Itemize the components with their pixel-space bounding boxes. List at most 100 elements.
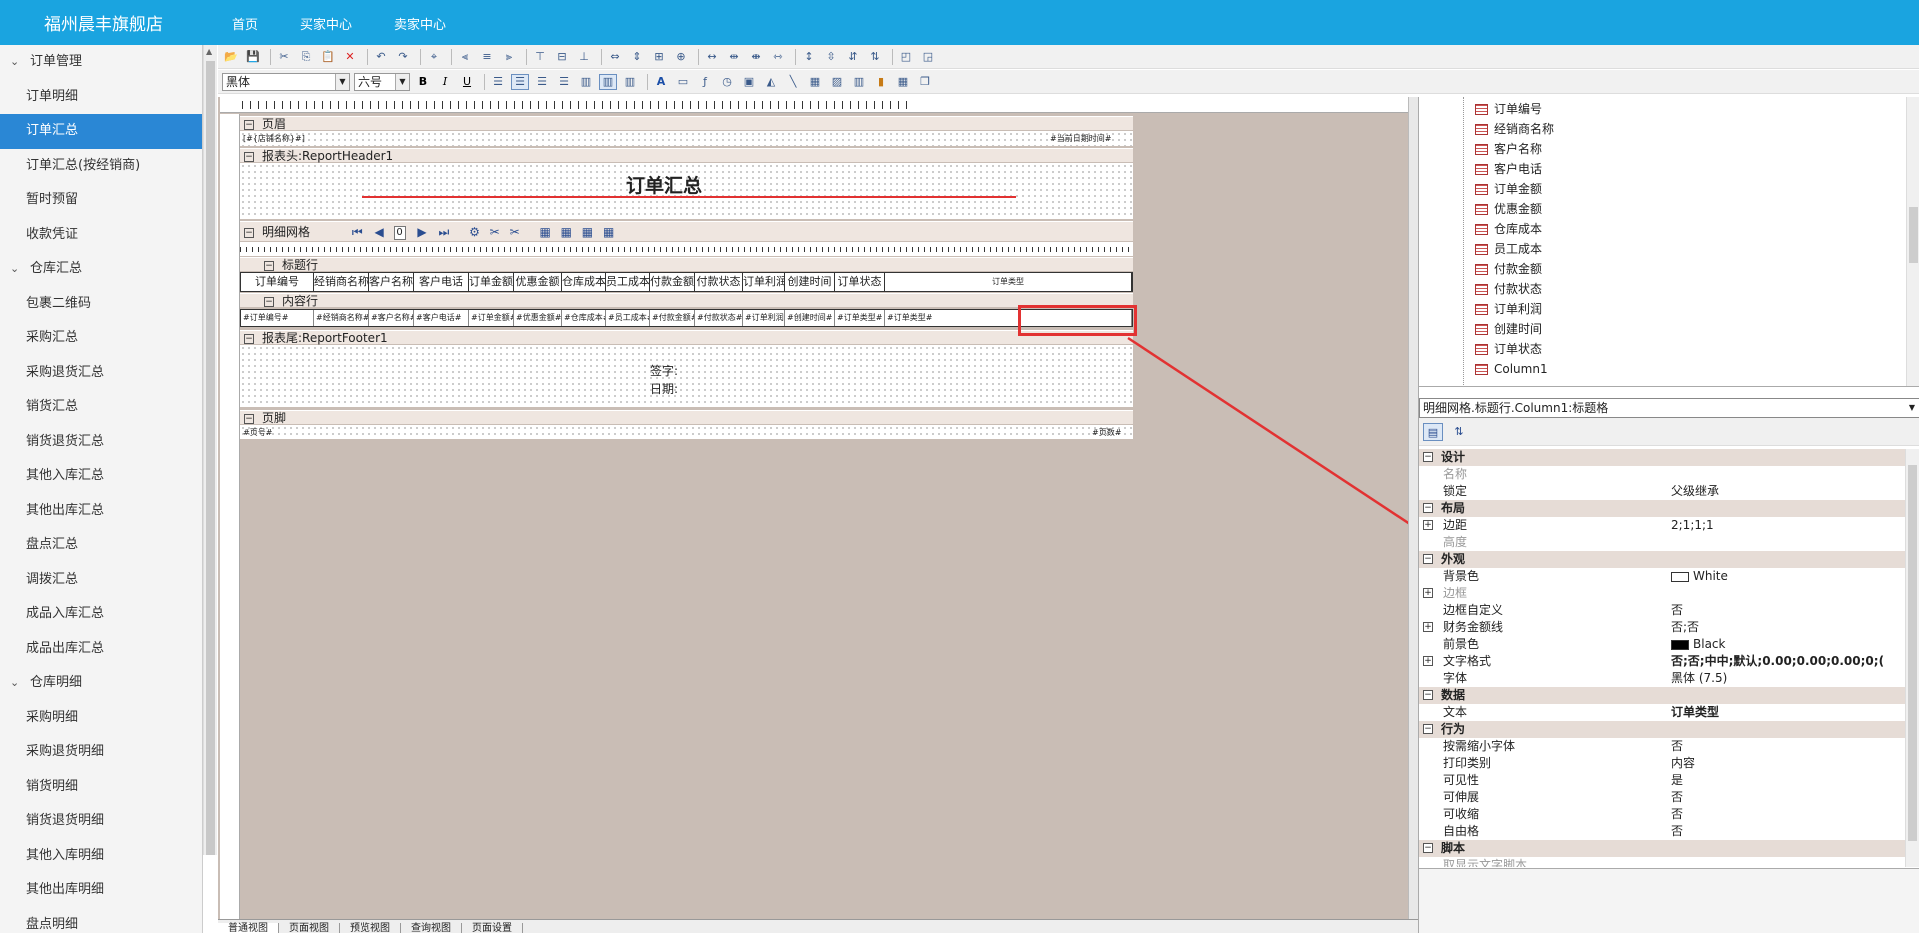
- scroll-up-icon[interactable]: ▲: [206, 47, 212, 56]
- next-page-icon[interactable]: ▶: [417, 225, 426, 239]
- sidebar-group[interactable]: ⌄ 订单管理: [0, 45, 202, 80]
- band-page-header-body[interactable]: [#{店铺名称}#] #当前日期时间#: [240, 131, 1133, 146]
- tree-item[interactable]: 付款金额: [1475, 259, 1542, 279]
- font-size-select[interactable]: 六号 ▼: [354, 72, 410, 91]
- vspace-remove-icon[interactable]: ⇅: [866, 49, 884, 65]
- insert-clock-icon[interactable]: ◷: [718, 74, 736, 90]
- sidebar-item[interactable]: 销货退货明细: [0, 804, 202, 839]
- insert-barcode-icon[interactable]: ▦: [806, 74, 824, 90]
- grid-layout-icon[interactable]: ▦: [561, 225, 572, 239]
- cut-icon[interactable]: ✂: [275, 49, 293, 65]
- sidebar-item[interactable]: 包裹二维码: [0, 287, 202, 322]
- undo-icon[interactable]: ↶: [372, 49, 390, 65]
- insert-table-icon[interactable]: ▦: [894, 74, 912, 90]
- tree-scrollbar[interactable]: [1906, 97, 1919, 386]
- insert-field-icon[interactable]: ▣: [740, 74, 758, 90]
- select-icon[interactable]: ⌖: [425, 49, 443, 65]
- property-value[interactable]: 否: [1671, 602, 1683, 619]
- property-value[interactable]: 否: [1671, 806, 1683, 823]
- current-date-field[interactable]: #当前日期时间#: [1050, 133, 1111, 144]
- open-folder-icon[interactable]: 📂: [222, 49, 240, 65]
- expand-icon[interactable]: +: [1423, 656, 1433, 666]
- property-value[interactable]: 是: [1671, 772, 1683, 789]
- expand-icon[interactable]: +: [1423, 622, 1433, 632]
- signature-label[interactable]: 签字:: [650, 362, 678, 379]
- property-row[interactable]: 可见性 是: [1419, 772, 1906, 789]
- sidebar-item[interactable]: 销货退货汇总: [0, 425, 202, 460]
- title-cell[interactable]: 付款金额: [650, 273, 695, 291]
- collapse-icon[interactable]: −: [264, 260, 274, 271]
- content-cell[interactable]: #订单利润#: [743, 310, 785, 326]
- sidebar-item[interactable]: 订单汇总: [0, 114, 202, 149]
- expand-icon[interactable]: +: [1423, 520, 1433, 530]
- align-center-icon[interactable]: ☰: [511, 73, 529, 90]
- property-category[interactable]: − 布局: [1419, 500, 1906, 517]
- design-canvas[interactable]: − 页眉 [#{店铺名称}#] #当前日期时间# − 报表头:ReportHeade…: [218, 97, 1408, 933]
- band-page-footer-body[interactable]: #页号# #页数#: [240, 425, 1133, 439]
- collapse-icon[interactable]: −: [1423, 452, 1433, 462]
- content-cell[interactable]: #优惠金额#: [514, 310, 562, 326]
- band-title-row[interactable]: − 标题行: [240, 257, 1133, 272]
- save-icon[interactable]: 💾: [244, 49, 262, 65]
- redo-icon[interactable]: ↷: [394, 49, 412, 65]
- tree-item[interactable]: 客户电话: [1475, 159, 1542, 179]
- scroll-thumb[interactable]: [206, 61, 215, 855]
- property-row[interactable]: + 文字格式 否;否;中中;默认;0.00;0.00;0.00;0;(: [1419, 653, 1906, 670]
- bring-front-icon[interactable]: ◰: [897, 49, 915, 65]
- send-back-icon[interactable]: ◲: [919, 49, 937, 65]
- property-value[interactable]: White: [1671, 568, 1728, 585]
- sidebar-scrollbar[interactable]: ▲: [203, 45, 217, 855]
- insert-image-icon[interactable]: ▨: [828, 74, 846, 90]
- collapse-icon[interactable]: −: [1423, 503, 1433, 513]
- sidebar-item[interactable]: 采购明细: [0, 701, 202, 736]
- hspace-inc-icon[interactable]: ⇹: [725, 49, 743, 65]
- tree-item[interactable]: 订单利润: [1475, 299, 1542, 319]
- property-category[interactable]: − 设计: [1419, 449, 1906, 466]
- title-cell[interactable]: 仓库成本: [562, 273, 606, 291]
- property-value[interactable]: 否: [1671, 823, 1683, 840]
- content-cell[interactable]: #订单编号#: [241, 310, 314, 326]
- sidebar-item[interactable]: 其他出库汇总: [0, 494, 202, 529]
- same-width-icon[interactable]: ⇔: [606, 49, 624, 65]
- sidebar-group[interactable]: ⌄ 仓库明细: [0, 666, 202, 701]
- collapse-icon[interactable]: −: [1423, 554, 1433, 564]
- property-row[interactable]: 自由格 否: [1419, 823, 1906, 840]
- sidebar-item[interactable]: 采购汇总: [0, 321, 202, 356]
- content-cell[interactable]: #创建时间#: [785, 310, 835, 326]
- align-right-icon[interactable]: ⫸: [500, 49, 518, 65]
- property-value[interactable]: 父级继承: [1671, 483, 1719, 500]
- nav-home[interactable]: 首页: [232, 14, 258, 33]
- sidebar-item[interactable]: 盘点明细: [0, 908, 202, 933]
- title-cell[interactable]: 订单类型: [885, 273, 1132, 291]
- property-row[interactable]: 取显示文字脚本: [1419, 857, 1906, 867]
- font-color-icon[interactable]: A: [652, 74, 670, 90]
- valign-middle-icon[interactable]: ▥: [599, 73, 617, 90]
- property-value[interactable]: 2;1;1;1: [1671, 517, 1714, 534]
- page-count-field[interactable]: #页数#: [1092, 427, 1121, 438]
- align-bottom-icon[interactable]: ⊥: [575, 49, 593, 65]
- title-cell[interactable]: 经销商名称: [314, 273, 369, 291]
- align-center-icon[interactable]: ≡: [478, 49, 496, 65]
- valign-top-icon[interactable]: ▥: [577, 74, 595, 90]
- bold-icon[interactable]: B: [414, 74, 432, 90]
- panel-splitter[interactable]: [1408, 97, 1418, 919]
- property-scrollbar[interactable]: [1905, 449, 1919, 867]
- brand-title[interactable]: 福州晨丰旗舰店: [44, 10, 163, 35]
- collapse-icon[interactable]: −: [244, 413, 254, 424]
- view-tab[interactable]: 页面设置: [462, 923, 523, 933]
- band-report-header[interactable]: − 报表头:ReportHeader1: [240, 148, 1133, 163]
- property-category[interactable]: − 数据: [1419, 687, 1906, 704]
- content-cell[interactable]: #经销商名称#: [314, 310, 369, 326]
- grid-content-row[interactable]: #订单编号# #经销商名称# #客户名称# #客户电话# #订单金额# #优惠金额# #仓库…: [240, 309, 1133, 327]
- tree-item[interactable]: 客户名称: [1475, 139, 1542, 159]
- title-cell[interactable]: 客户名称: [369, 273, 414, 291]
- report-title[interactable]: 订单汇总: [626, 171, 702, 198]
- expand-icon[interactable]: +: [1423, 588, 1433, 598]
- tree-item[interactable]: 订单金额: [1475, 179, 1542, 199]
- same-height-icon[interactable]: ⇕: [628, 49, 646, 65]
- content-cell[interactable]: #客户电话#: [414, 310, 469, 326]
- delete-icon[interactable]: ✕: [341, 49, 359, 65]
- content-cell[interactable]: #员工成本#: [606, 310, 650, 326]
- justify-icon[interactable]: ☰: [555, 74, 573, 90]
- view-tab[interactable]: 普通视图: [218, 923, 279, 933]
